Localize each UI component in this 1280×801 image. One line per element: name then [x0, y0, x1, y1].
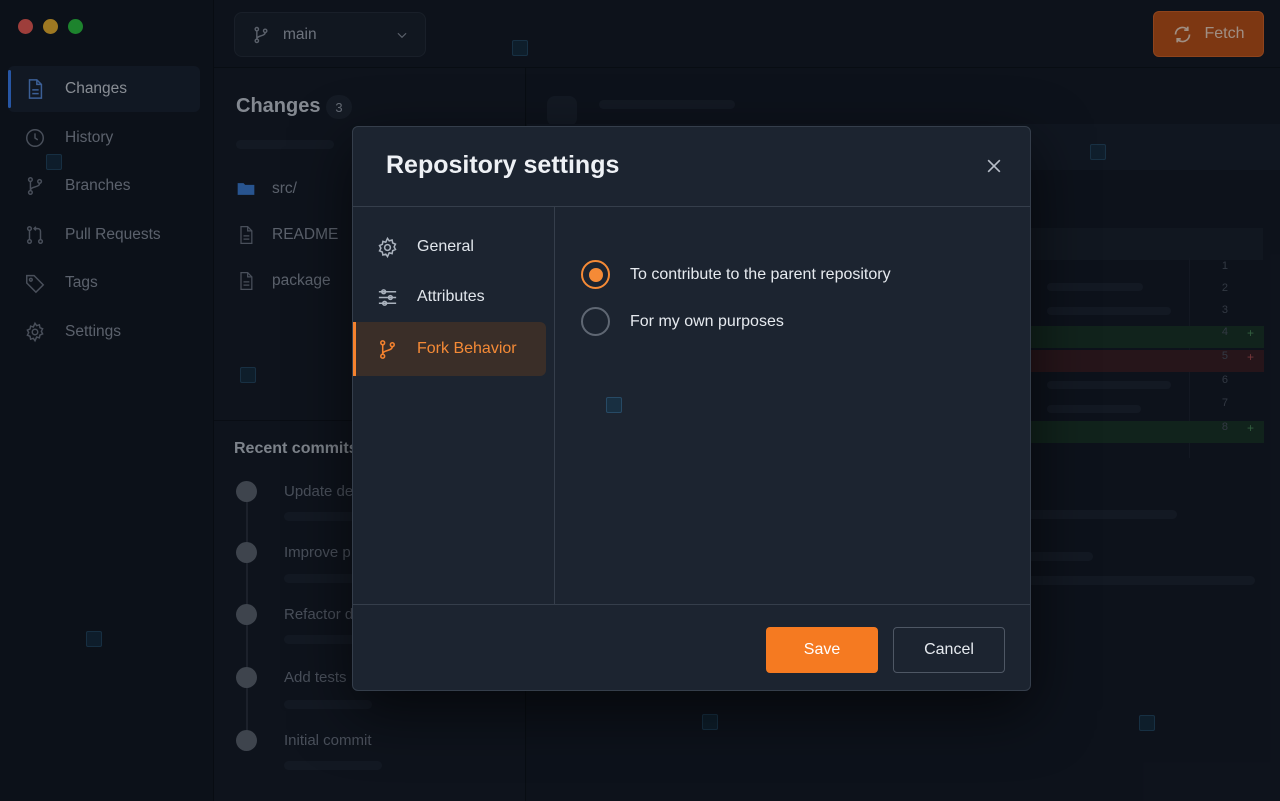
- radio-label: To contribute to the parent repository: [630, 265, 891, 283]
- watermark-logo: [606, 397, 622, 413]
- repository-settings-dialog: Repository settings General Attributes F…: [352, 126, 1031, 691]
- dialog-title: Repository settings: [386, 151, 620, 179]
- radio-label: For my own purposes: [630, 312, 784, 330]
- fork-option-contribute[interactable]: To contribute to the parent repository: [581, 260, 891, 289]
- settings-tab-label: Attributes: [417, 288, 485, 305]
- close-button[interactable]: [980, 152, 1008, 180]
- settings-tab-general[interactable]: General: [353, 220, 546, 274]
- sliders-icon: [378, 288, 397, 306]
- settings-nav: General Attributes Fork Behavior: [353, 207, 555, 605]
- radio-button-selected[interactable]: [581, 260, 610, 289]
- settings-tab-attributes[interactable]: Attributes: [353, 270, 546, 324]
- close-icon: [987, 159, 1001, 173]
- settings-tab-fork-behavior[interactable]: Fork Behavior: [353, 322, 546, 376]
- radio-button[interactable]: [581, 307, 610, 336]
- dialog-footer: Save Cancel: [353, 604, 1030, 690]
- fork-icon: [380, 339, 395, 359]
- cancel-button[interactable]: Cancel: [893, 627, 1005, 673]
- save-button[interactable]: Save: [766, 627, 878, 673]
- fork-option-own-purposes[interactable]: For my own purposes: [581, 307, 784, 336]
- gear-icon: [378, 236, 397, 258]
- dialog-header: Repository settings: [353, 127, 1030, 207]
- fork-behavior-panel: To contribute to the parent repository F…: [556, 207, 1030, 605]
- settings-tab-label: General: [417, 238, 474, 255]
- app-window: Changes History Branches Pull Requests T…: [0, 0, 1280, 801]
- settings-tab-label: Fork Behavior: [417, 340, 517, 357]
